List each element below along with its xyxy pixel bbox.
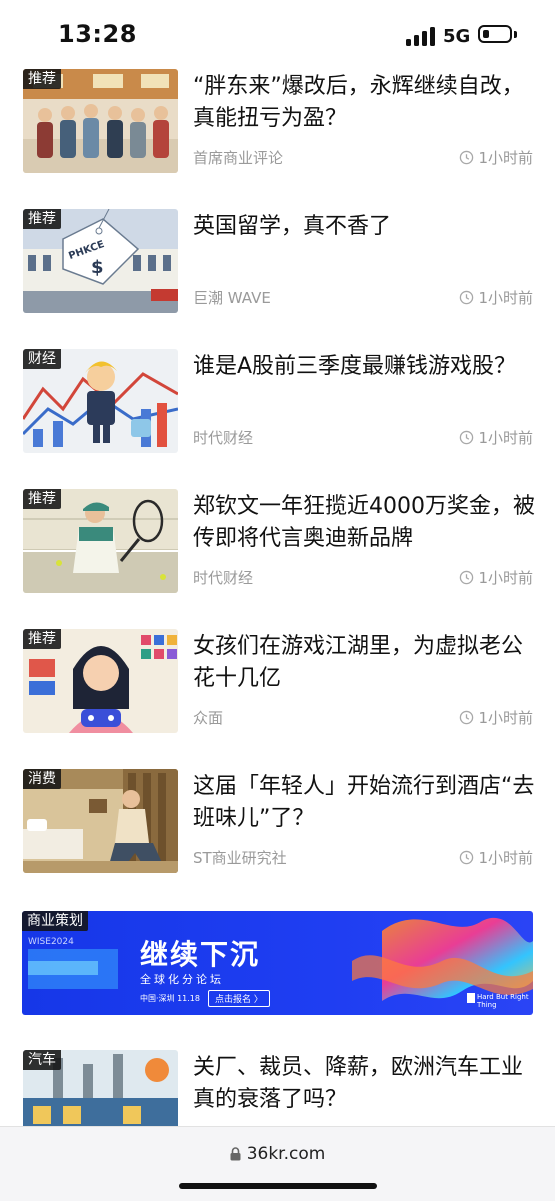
article-source: 巨潮 WAVE bbox=[193, 289, 271, 307]
network-label: 5G bbox=[443, 26, 471, 47]
article-time-label: 1小时前 bbox=[478, 569, 533, 587]
clock-icon bbox=[460, 150, 474, 165]
lock-icon bbox=[230, 1147, 241, 1161]
clock-icon bbox=[460, 290, 474, 305]
article-title[interactable]: “胖东来”爆改后，永辉继续自改，真能扭亏为盈？ bbox=[193, 71, 538, 135]
address-field[interactable]: 36kr.com bbox=[0, 1144, 555, 1164]
article-title[interactable]: 女孩们在游戏江湖里，为虚拟老公花十几亿 bbox=[193, 631, 538, 695]
article-time-label: 1小时前 bbox=[478, 849, 533, 867]
article-tag: 推荐 bbox=[23, 489, 61, 509]
article-source: ST商业研究社 bbox=[193, 849, 287, 867]
article-item[interactable]: 消费 这届「年轻人」开始流行到酒店“去班味儿”了？ ST商业研究社 1小时前 bbox=[0, 769, 555, 875]
promo-banner[interactable]: 商业策划 WISE2024 继续下沉 全球化分论坛 中国·深圳 11.18 点击… bbox=[22, 911, 533, 1015]
home-indicator[interactable] bbox=[179, 1183, 377, 1189]
article-time: 1小时前 bbox=[459, 847, 533, 868]
article-item[interactable]: 推荐 “胖东来”爆改后，永辉继续自改，真能扭亏为盈？ 首席商业评论 1小时前 bbox=[0, 69, 555, 175]
article-thumbnail[interactable]: 推荐 bbox=[23, 69, 178, 173]
article-title[interactable]: 郑钦文一年狂揽近4000万奖金，被传即将代言奥迪新品牌 bbox=[193, 491, 538, 555]
clock-icon bbox=[460, 710, 474, 725]
article-source: 首席商业评论 bbox=[193, 149, 284, 167]
article-time-label: 1小时前 bbox=[478, 429, 533, 447]
article-time: 1小时前 bbox=[459, 707, 533, 728]
clock-icon bbox=[460, 430, 474, 445]
article-time: 1小时前 bbox=[459, 567, 533, 588]
article-tag: 财经 bbox=[23, 349, 61, 369]
article-tag: 推荐 bbox=[23, 209, 61, 229]
article-title[interactable]: 英国留学，真不香了 bbox=[193, 211, 538, 243]
article-source: 众面 bbox=[193, 709, 224, 727]
article-item[interactable]: 推荐 女孩们在游戏江湖里，为虚拟老公花十几亿 众面 1小时前 bbox=[0, 629, 555, 735]
article-source: 时代财经 bbox=[193, 429, 254, 447]
article-title[interactable]: 这届「年轻人」开始流行到酒店“去班味儿”了？ bbox=[193, 771, 538, 835]
signal-icon bbox=[406, 26, 436, 46]
clock-icon bbox=[460, 850, 474, 865]
battery-icon bbox=[478, 25, 512, 43]
clock-icon bbox=[460, 570, 474, 585]
banner-title: 继续下沉 bbox=[140, 938, 261, 971]
article-time-label: 1小时前 bbox=[478, 289, 533, 307]
article-tag: 汽车 bbox=[23, 1050, 61, 1070]
article-time: 1小时前 bbox=[459, 147, 533, 168]
url-label: 36kr.com bbox=[246, 1144, 326, 1164]
browser-address-bar[interactable]: 36kr.com bbox=[0, 1126, 555, 1201]
article-item[interactable]: 推荐 郑钦文一年狂揽近4000万奖金，被传即将代言奥迪新品牌 时代财经 1小时前 bbox=[0, 489, 555, 595]
banner-tag: 商业策划 bbox=[22, 911, 88, 931]
article-title[interactable]: 关厂、裁员、降薪，欧洲汽车工业真的衰落了吗？ bbox=[193, 1052, 538, 1116]
article-time: 1小时前 bbox=[459, 287, 533, 308]
article-item[interactable]: 财经 谁是A股前三季度最赚钱游戏股？ 时代财经 1小时前 bbox=[0, 349, 555, 455]
banner-date: 中国·深圳 11.18 bbox=[140, 994, 200, 1003]
article-time: 1小时前 bbox=[459, 427, 533, 448]
article-thumbnail[interactable]: 财经 bbox=[23, 349, 178, 453]
article-time-label: 1小时前 bbox=[478, 149, 533, 167]
article-time-label: 1小时前 bbox=[478, 709, 533, 727]
banner-brand: Hard But Right Thing bbox=[477, 993, 529, 1009]
status-time: 13:28 bbox=[58, 20, 137, 48]
banner-wise-label: WISE2024 bbox=[28, 937, 74, 947]
banner-register-button[interactable]: 点击报名 〉 bbox=[208, 990, 270, 1007]
article-thumbnail[interactable]: 推荐 bbox=[23, 629, 178, 733]
banner-subtitle: 全球化分论坛 bbox=[140, 973, 224, 986]
dollar-icon: $ bbox=[91, 257, 104, 278]
article-tag: 消费 bbox=[23, 769, 61, 789]
article-tag: 推荐 bbox=[23, 69, 61, 89]
status-bar: 13:28 5G bbox=[0, 0, 555, 66]
article-tag: 推荐 bbox=[23, 629, 61, 649]
article-thumbnail[interactable]: 推荐 bbox=[23, 489, 178, 593]
article-thumbnail[interactable]: PHKCE $ 推荐 bbox=[23, 209, 178, 313]
article-thumbnail[interactable]: 消费 bbox=[23, 769, 178, 873]
article-item[interactable]: PHKCE $ 推荐 英国留学，真不香了 巨潮 WAVE 1小时前 bbox=[0, 209, 555, 315]
article-source: 时代财经 bbox=[193, 569, 254, 587]
article-title[interactable]: 谁是A股前三季度最赚钱游戏股？ bbox=[193, 351, 538, 383]
